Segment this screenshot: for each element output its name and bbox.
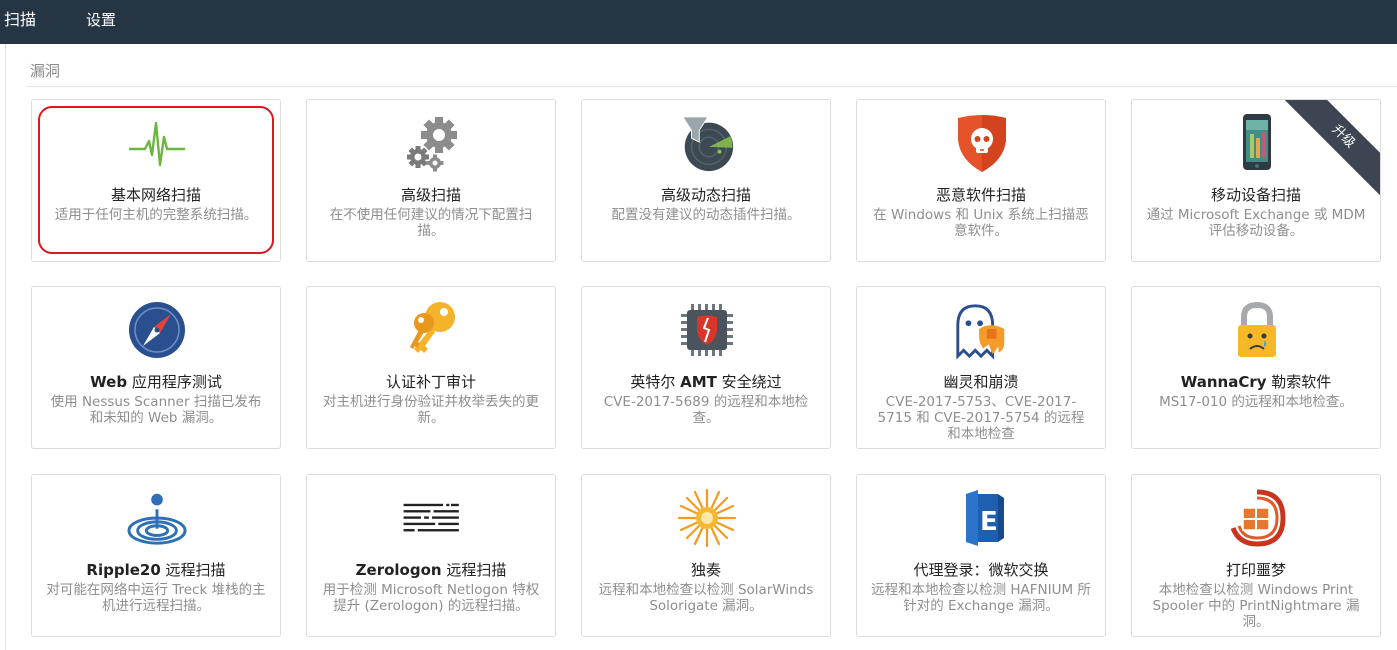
card-title-strong: Ripple20 — [86, 561, 161, 579]
card-title-prefix: 英特尔 — [630, 373, 681, 391]
ghost-meltdown-icon — [952, 297, 1012, 363]
solar-burst-icon — [677, 485, 737, 551]
card-title: 认证补丁审计 — [385, 373, 476, 391]
card-ripple20-remote-scan[interactable]: Ripple20 远程扫描 对可能在网络中运行 Treck 堆栈的主机进行远程扫… — [31, 474, 281, 637]
card-title: WannaCry 勒索软件 — [1136, 371, 1376, 392]
card-description: MS17-010 的远程和本地检查。 — [1159, 394, 1353, 410]
card-proxylogon-exchange[interactable]: E 代理登录：微软交换 远程和本地检查以检测 HAFNIUM 所针对的 Exch… — [856, 474, 1106, 637]
card-title-rest: 远程扫描 — [160, 561, 226, 579]
compass-icon — [127, 297, 187, 363]
ripple-drop-icon — [127, 485, 187, 551]
card-title: 高级扫描 — [400, 186, 461, 204]
card-title: 移动设备扫描 — [1210, 186, 1301, 204]
card-title-rest: 安全绕过 — [716, 373, 782, 391]
card-printnightmare[interactable]: 打印噩梦 本地检查以检测 Windows Print Spooler 中的 Pr… — [1131, 474, 1381, 637]
card-advanced-dynamic-scan[interactable]: 高级动态扫描 配置没有建议的动态插件扫描。 — [581, 99, 831, 262]
section-divider — [26, 86, 1397, 87]
card-basic-network-scan[interactable]: 基本网络扫描 适用于任何主机的完整系统扫描。 — [31, 99, 281, 262]
card-web-application-tests[interactable]: Web 应用程序测试 使用 Nessus Scanner 扫描已发布和未知的 W… — [31, 286, 281, 449]
card-title-strong: Zerologon — [355, 561, 442, 579]
card-advanced-scan[interactable]: 高级扫描 在不使用任何建议的情况下配置扫描。 — [306, 99, 556, 262]
card-title-rest: 勒索软件 — [1266, 373, 1332, 391]
nav-settings[interactable]: 设置 — [86, 0, 116, 44]
gears-icon — [402, 110, 462, 176]
card-title: 恶意软件扫描 — [935, 186, 1026, 204]
card-mobile-device-scan[interactable]: 升级 移动设备扫描 通过 Microsoft Exchange 或 MDM 评估… — [1131, 99, 1381, 262]
card-description: 配置没有建议的动态插件扫描。 — [611, 207, 801, 223]
card-description: CVE-2017-5689 的远程和本地检查。 — [603, 394, 809, 426]
card-solorigate[interactable]: 独奏 远程和本地检查以检测 SolarWinds Solorigate 漏洞。 — [581, 474, 831, 637]
top-navigation-bar: 扫描 设置 — [0, 0, 1397, 44]
radar-filter-icon — [677, 110, 737, 176]
svg-text:E: E — [980, 507, 998, 537]
card-malware-scan[interactable]: 恶意软件扫描 在 Windows 和 Unix 系统上扫描恶意软件。 — [856, 99, 1106, 262]
card-description: 远程和本地检查以检测 HAFNIUM 所针对的 Exchange 漏洞。 — [871, 582, 1091, 614]
zerologon-code-icon — [402, 485, 462, 551]
exchange-icon: E — [952, 485, 1012, 551]
card-title-strong: Web — [90, 373, 128, 391]
card-description: 在不使用任何建议的情况下配置扫描。 — [329, 207, 533, 239]
card-description: 远程和本地检查以检测 SolarWinds Solorigate 漏洞。 — [598, 582, 814, 614]
card-title-strong: AMT — [680, 373, 717, 391]
card-title-rest: 应用程序测试 — [127, 373, 222, 391]
card-title: 独奏 — [690, 561, 721, 579]
card-description: 对可能在网络中运行 Treck 堆栈的主机进行远程扫描。 — [46, 582, 266, 614]
card-wannacry-ransomware[interactable]: WannaCry 勒索软件 MS17-010 的远程和本地检查。 — [1131, 286, 1381, 449]
heartbeat-icon — [127, 110, 187, 176]
card-intel-amt-security-bypass[interactable]: 英特尔 AMT 安全绕过 CVE-2017-5689 的远程和本地检查。 — [581, 286, 831, 449]
card-title: Zerologon 远程扫描 — [311, 559, 551, 580]
card-description: 适用于任何主机的完整系统扫描。 — [54, 207, 258, 223]
card-title: 基本网络扫描 — [110, 186, 201, 204]
card-title: 打印噩梦 — [1225, 561, 1286, 579]
chip-shield-icon — [677, 297, 737, 363]
skull-shield-icon — [952, 110, 1012, 176]
card-description: 对主机进行身份验证并枚举丢失的更新。 — [323, 394, 539, 426]
card-title: 英特尔 AMT 安全绕过 — [586, 371, 826, 392]
card-description: 使用 Nessus Scanner 扫描已发布和未知的 Web 漏洞。 — [50, 394, 262, 426]
nav-scan[interactable]: 扫描 — [4, 0, 36, 44]
section-title-vulnerabilities: 漏洞 — [30, 62, 61, 80]
card-zerologon-remote-scan[interactable]: Zerologon 远程扫描 用于检测 Microsoft Netlogon 特… — [306, 474, 556, 637]
card-title: 代理登录：微软交换 — [913, 561, 1049, 579]
crying-lock-icon — [1227, 297, 1287, 363]
keys-icon — [402, 297, 462, 363]
mobile-phone-icon — [1227, 110, 1287, 176]
card-description: CVE-2017-5753、CVE-2017-5715 和 CVE-2017-5… — [877, 394, 1085, 442]
card-description: 通过 Microsoft Exchange 或 MDM 评估移动设备。 — [1146, 207, 1366, 239]
card-credentialed-patch-audit[interactable]: 认证补丁审计 对主机进行身份验证并枚举丢失的更新。 — [306, 286, 556, 449]
card-title: Ripple20 远程扫描 — [36, 559, 276, 580]
left-divider — [5, 44, 6, 650]
card-description: 本地检查以检测 Windows Print Spooler 中的 PrintNi… — [1152, 582, 1360, 630]
card-spectre-meltdown[interactable]: 幽灵和崩溃 CVE-2017-5753、CVE-2017-5715 和 CVE-… — [856, 286, 1106, 449]
card-description: 用于检测 Microsoft Netlogon 特权提升 (Zerologon)… — [322, 582, 540, 614]
card-title: 幽灵和崩溃 — [943, 373, 1019, 391]
printnightmare-icon — [1227, 485, 1287, 551]
card-title-rest: 远程扫描 — [441, 561, 507, 579]
card-title-strong: WannaCry — [1180, 373, 1267, 391]
card-title: Web 应用程序测试 — [36, 371, 276, 392]
card-title: 高级动态扫描 — [660, 186, 751, 204]
card-description: 在 Windows 和 Unix 系统上扫描恶意软件。 — [873, 207, 1089, 239]
